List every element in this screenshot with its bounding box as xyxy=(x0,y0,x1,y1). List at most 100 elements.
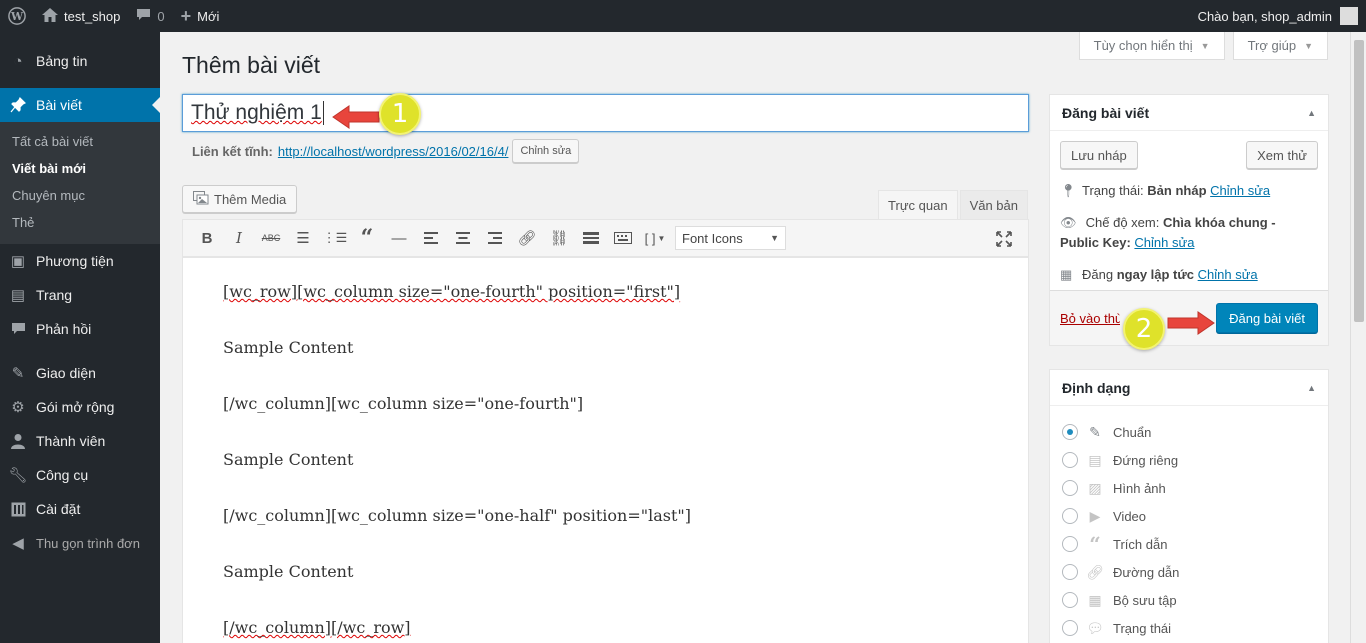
fullscreen-icon xyxy=(996,231,1012,247)
screen-options-button[interactable]: Tùy chọn hiển thị ▼ xyxy=(1078,32,1225,60)
align-left-button[interactable] xyxy=(415,224,447,252)
read-more-button[interactable] xyxy=(575,224,607,252)
save-draft-button[interactable]: Lưu nháp xyxy=(1060,141,1138,169)
collapse-arrow-icon[interactable]: ▲ xyxy=(1307,383,1316,393)
publish-box: Đăng bài viết ▲ Lưu nháp Xem thử 📍︎ Trạn… xyxy=(1049,94,1329,346)
radio-button[interactable] xyxy=(1062,536,1078,552)
sidebar-item-label: Phương tiện xyxy=(36,253,114,269)
radio-button[interactable] xyxy=(1062,480,1078,496)
sidebar-item-pages[interactable]: ▤ Trang xyxy=(0,278,160,312)
editor-content[interactable]: [wc_row][wc_column size="one-fourth" pos… xyxy=(182,257,1029,643)
format-option-standard[interactable]: ✎ Chuẩn xyxy=(1050,418,1328,446)
format-option-gallery[interactable]: ▦ Bộ sưu tập xyxy=(1050,586,1328,614)
site-link[interactable]: test_shop xyxy=(34,0,128,32)
my-account[interactable]: Chào bạn, shop_admin xyxy=(1198,0,1358,32)
format-box-header[interactable]: Định dạng ▲ xyxy=(1050,370,1328,406)
collapse-arrow-icon[interactable]: ▲ xyxy=(1307,108,1316,118)
comments-link[interactable]: 0 xyxy=(128,0,172,32)
italic-button[interactable]: I xyxy=(223,224,255,252)
aside-icon: ▤ xyxy=(1088,451,1102,468)
screen-options-label: Tùy chọn hiển thị xyxy=(1093,38,1193,53)
sidebar-item-media[interactable]: ▣ Phương tiện xyxy=(0,244,160,278)
annotation-arrow-1 xyxy=(332,105,380,129)
sidebar-item-label: Giao diện xyxy=(36,365,96,381)
tab-visual[interactable]: Trực quan xyxy=(878,190,958,219)
edit-visibility-link[interactable]: Chỉnh sửa xyxy=(1134,235,1194,250)
content-text: [/wc_column][wc_column size="one-fourth"… xyxy=(223,394,584,413)
format-option-video[interactable]: ▶ Video xyxy=(1050,502,1328,530)
sidebar-item-tools[interactable]: 🔧︎ Công cụ xyxy=(0,458,160,492)
toolbar-toggle-button[interactable] xyxy=(607,224,639,252)
insert-link-button[interactable]: 🔗︎ xyxy=(511,224,543,252)
bullet-list-icon: ☰ xyxy=(296,230,310,247)
publish-button[interactable]: Đăng bài viết xyxy=(1216,303,1318,333)
bold-button[interactable]: B xyxy=(191,224,223,252)
move-to-trash-link[interactable]: Bỏ vào thùng rác xyxy=(1060,311,1120,326)
horizontal-line-icon: — xyxy=(391,229,407,247)
format-option-status[interactable]: 💬︎ Trạng thái xyxy=(1050,614,1328,642)
sidebar-item-settings[interactable]: Cài đặt xyxy=(0,492,160,526)
greeting: Chào bạn, shop_admin xyxy=(1197,8,1332,24)
edit-status-link[interactable]: Chỉnh sửa xyxy=(1210,183,1270,198)
format-option-label: Đường dẫn xyxy=(1113,564,1180,580)
keyboard-icon xyxy=(614,232,632,244)
radio-button[interactable] xyxy=(1062,564,1078,580)
sidebar-item-appearance[interactable]: ✎ Giao diện xyxy=(0,356,160,390)
edit-permalink-button[interactable]: Chỉnh sửa xyxy=(512,139,580,163)
remove-link-button[interactable]: ⛓︎ xyxy=(543,224,575,252)
new-label: Mới xyxy=(197,8,220,24)
format-option-quote[interactable]: “ Trích dẫn xyxy=(1050,530,1328,558)
quote-icon: “ xyxy=(1089,532,1101,556)
blockquote-button[interactable]: “ xyxy=(351,224,383,252)
new-content-link[interactable]: + Mới xyxy=(173,0,228,32)
status-value: Bản nháp xyxy=(1147,183,1207,198)
submenu-categories[interactable]: Chuyên mục xyxy=(0,182,160,209)
content-text: [/wc_column][/wc_row] xyxy=(223,618,411,637)
sidebar-item-plugins[interactable]: ⚙ Gói mở rộng xyxy=(0,390,160,424)
submenu-tags[interactable]: Thẻ xyxy=(0,209,160,236)
page-scrollbar[interactable] xyxy=(1350,32,1366,643)
align-right-button[interactable] xyxy=(479,224,511,252)
font-icons-select[interactable]: Font Icons ▼ xyxy=(675,226,786,250)
radio-button[interactable] xyxy=(1062,508,1078,524)
format-option-image[interactable]: ▨ Hình ảnh xyxy=(1050,474,1328,502)
submenu-all-posts[interactable]: Tất cả bài viết xyxy=(0,128,160,155)
publish-box-header[interactable]: Đăng bài viết ▲ xyxy=(1050,95,1328,131)
radio-button[interactable] xyxy=(1062,592,1078,608)
radio-button[interactable] xyxy=(1062,620,1078,636)
radio-button[interactable] xyxy=(1062,452,1078,468)
sidebar-item-comments[interactable]: Phản hồi xyxy=(0,312,160,346)
content-paragraph: [wc_row][wc_column size="one-fourth" pos… xyxy=(223,280,988,336)
horizontal-line-button[interactable]: — xyxy=(383,224,415,252)
add-media-button[interactable]: Thêm Media xyxy=(182,185,298,213)
scrollbar-thumb[interactable] xyxy=(1354,40,1364,322)
radio-button[interactable] xyxy=(1062,424,1078,440)
bullet-list-button[interactable]: ☰ xyxy=(287,224,319,252)
preview-button[interactable]: Xem thử xyxy=(1246,141,1318,169)
sidebar-item-posts[interactable]: Bài viết xyxy=(0,88,160,122)
distraction-free-button[interactable] xyxy=(988,225,1020,253)
permalink-url[interactable]: http://localhost/wordpress/2016/02/16/4/ xyxy=(278,144,509,159)
submenu-add-new[interactable]: Viết bài mới xyxy=(0,155,160,182)
shortcode-button[interactable]: [ ] ▼ xyxy=(639,224,671,252)
strikethrough-button[interactable]: ABC xyxy=(255,224,287,252)
content-paragraph: [/wc_column][wc_column size="one-fourth"… xyxy=(223,392,988,448)
numbered-list-button[interactable]: ⋮☰ xyxy=(319,224,351,252)
post-title-input[interactable]: Thử nghiệm 1 xyxy=(182,94,1029,132)
collapse-menu-button[interactable]: ◀ Thu gọn trình đơn xyxy=(0,526,160,560)
sidebar-item-users[interactable]: Thành viên xyxy=(0,424,160,458)
tab-text[interactable]: Văn bản xyxy=(959,190,1028,219)
collapse-icon: ◀ xyxy=(12,535,24,552)
annotation-badge-1: 1 xyxy=(379,93,421,135)
wordpress-logo-icon[interactable]: W xyxy=(0,0,34,32)
post-visibility: 👁︎ Chế độ xem: Chìa khóa chung - Public … xyxy=(1060,213,1318,253)
sidebar-item-dashboard[interactable]: ◔ Bảng tin xyxy=(0,44,160,78)
format-option-link[interactable]: 🔗︎ Đường dẫn xyxy=(1050,558,1328,586)
edit-schedule-link[interactable]: Chỉnh sửa xyxy=(1198,267,1258,282)
sidebar-item-label: Phản hồi xyxy=(36,321,92,337)
help-button[interactable]: Trợ giúp ▼ xyxy=(1232,32,1328,60)
comment-icon xyxy=(8,319,28,339)
format-option-aside[interactable]: ▤ Đứng riêng xyxy=(1050,446,1328,474)
permalink: Liên kết tĩnh: http://localhost/wordpres… xyxy=(192,139,580,163)
align-center-button[interactable] xyxy=(447,224,479,252)
